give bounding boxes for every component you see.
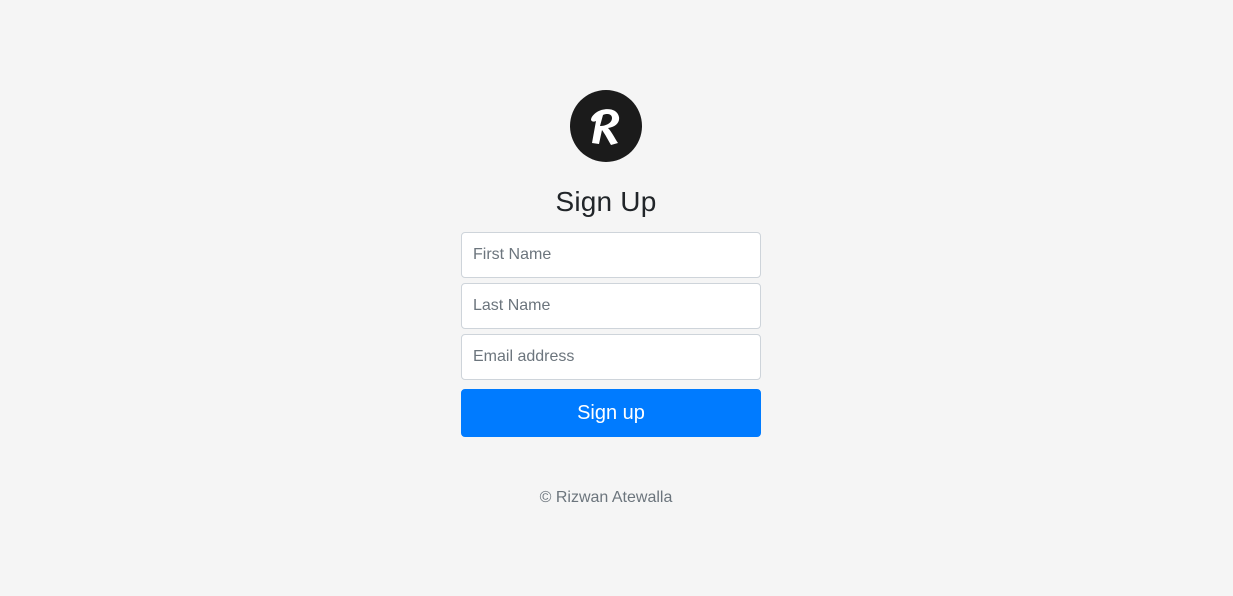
page-title: Sign Up [555, 186, 657, 217]
sign-up-button[interactable]: Sign up [461, 389, 761, 437]
email-input[interactable] [461, 334, 761, 380]
first-name-input[interactable] [461, 232, 761, 278]
signup-form-container: Sign Up Sign up © Rizwan Atewalla [461, 90, 761, 523]
copyright-text: © Rizwan Atewalla [539, 489, 673, 506]
signup-form: Sign Up Sign up © Rizwan Atewalla [461, 90, 761, 507]
r-logo-icon [570, 90, 642, 162]
last-name-input[interactable] [461, 283, 761, 329]
